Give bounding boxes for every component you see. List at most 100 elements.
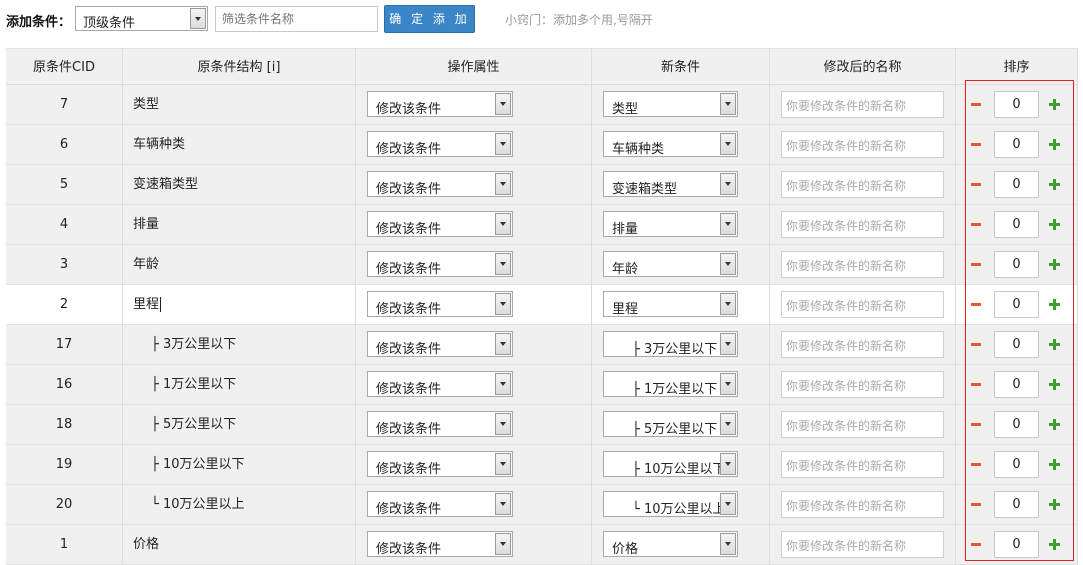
op-select[interactable]: 修改该条件 — [367, 531, 513, 557]
plus-icon[interactable] — [1049, 379, 1060, 390]
op-select[interactable]: 修改该条件 — [367, 91, 513, 117]
sort-input[interactable]: 0 — [994, 91, 1039, 118]
new-condition-select[interactable]: 价格 — [603, 531, 738, 557]
plus-icon[interactable] — [1049, 219, 1060, 230]
plus-icon[interactable] — [1049, 499, 1060, 510]
sort-input[interactable]: 0 — [994, 531, 1039, 558]
new-condition-select[interactable]: 类型 — [603, 91, 738, 117]
parent-condition-select[interactable]: 顶级条件 — [75, 6, 208, 31]
sort-input[interactable]: 0 — [994, 291, 1039, 318]
rename-input[interactable]: 你要修改条件的新名称 — [781, 131, 944, 158]
chevron-down-icon[interactable] — [720, 213, 736, 235]
new-condition-select[interactable]: 排量 — [603, 211, 738, 237]
minus-icon[interactable] — [971, 223, 981, 226]
chevron-down-icon[interactable] — [495, 533, 511, 555]
chevron-down-icon[interactable] — [720, 333, 736, 355]
plus-icon[interactable] — [1049, 339, 1060, 350]
rename-input[interactable]: 你要修改条件的新名称 — [781, 411, 944, 438]
chevron-down-icon[interactable] — [495, 293, 511, 315]
minus-icon[interactable] — [971, 343, 981, 346]
chevron-down-icon[interactable] — [720, 133, 736, 155]
minus-icon[interactable] — [971, 463, 981, 466]
chevron-down-icon[interactable] — [720, 413, 736, 435]
confirm-add-button[interactable]: 确 定 添 加 — [384, 5, 475, 33]
rename-input[interactable]: 你要修改条件的新名称 — [781, 291, 944, 318]
sort-input[interactable]: 0 — [994, 371, 1039, 398]
chevron-down-icon[interactable] — [495, 173, 511, 195]
sort-input[interactable]: 0 — [994, 251, 1039, 278]
new-condition-select[interactable]: └ 10万公里以上 — [603, 491, 738, 517]
filter-name-input[interactable] — [215, 6, 378, 32]
op-select[interactable]: 修改该条件 — [367, 211, 513, 237]
chevron-down-icon[interactable] — [495, 413, 511, 435]
op-select[interactable]: 修改该条件 — [367, 331, 513, 357]
chevron-down-icon[interactable] — [495, 373, 511, 395]
chevron-down-icon[interactable] — [495, 493, 511, 515]
chevron-down-icon[interactable] — [720, 453, 736, 475]
rename-input[interactable]: 你要修改条件的新名称 — [781, 491, 944, 518]
chevron-down-icon[interactable] — [495, 333, 511, 355]
chevron-down-icon[interactable] — [720, 373, 736, 395]
plus-icon[interactable] — [1049, 259, 1060, 270]
plus-icon[interactable] — [1049, 139, 1060, 150]
plus-icon[interactable] — [1049, 539, 1060, 550]
sort-input[interactable]: 0 — [994, 211, 1039, 238]
minus-icon[interactable] — [971, 503, 981, 506]
rename-input[interactable]: 你要修改条件的新名称 — [781, 171, 944, 198]
new-condition-select[interactable]: 变速箱类型 — [603, 171, 738, 197]
chevron-down-icon[interactable] — [720, 293, 736, 315]
op-select[interactable]: 修改该条件 — [367, 251, 513, 277]
plus-icon[interactable] — [1049, 459, 1060, 470]
new-condition-select[interactable]: ├ 10万公里以下 — [603, 451, 738, 477]
sort-input[interactable]: 0 — [994, 411, 1039, 438]
chevron-down-icon[interactable] — [720, 253, 736, 275]
op-select[interactable]: 修改该条件 — [367, 171, 513, 197]
rename-input[interactable]: 你要修改条件的新名称 — [781, 91, 944, 118]
chevron-down-icon[interactable] — [495, 453, 511, 475]
chevron-down-icon[interactable] — [495, 93, 511, 115]
op-select[interactable]: 修改该条件 — [367, 371, 513, 397]
chevron-down-icon[interactable] — [720, 93, 736, 115]
minus-icon[interactable] — [971, 543, 981, 546]
rename-input[interactable]: 你要修改条件的新名称 — [781, 531, 944, 558]
plus-icon[interactable] — [1049, 99, 1060, 110]
new-condition-select[interactable]: 里程 — [603, 291, 738, 317]
chevron-down-icon[interactable] — [495, 133, 511, 155]
minus-icon[interactable] — [971, 423, 981, 426]
minus-icon[interactable] — [971, 103, 981, 106]
op-select[interactable]: 修改该条件 — [367, 411, 513, 437]
rename-input[interactable]: 你要修改条件的新名称 — [781, 331, 944, 358]
op-select[interactable]: 修改该条件 — [367, 451, 513, 477]
chevron-down-icon[interactable] — [720, 173, 736, 195]
sort-input[interactable]: 0 — [994, 491, 1039, 518]
minus-icon[interactable] — [971, 183, 981, 186]
sort-input[interactable]: 0 — [994, 331, 1039, 358]
chevron-down-icon[interactable] — [190, 8, 206, 29]
op-select[interactable]: 修改该条件 — [367, 291, 513, 317]
new-condition-select[interactable]: 车辆种类 — [603, 131, 738, 157]
rename-input[interactable]: 你要修改条件的新名称 — [781, 451, 944, 478]
rename-input[interactable]: 你要修改条件的新名称 — [781, 371, 944, 398]
minus-icon[interactable] — [971, 263, 981, 266]
chevron-down-icon[interactable] — [495, 213, 511, 235]
new-condition-select[interactable]: 年龄 — [603, 251, 738, 277]
plus-icon[interactable] — [1049, 419, 1060, 430]
chevron-down-icon[interactable] — [720, 533, 736, 555]
minus-icon[interactable] — [971, 143, 981, 146]
plus-icon[interactable] — [1049, 299, 1060, 310]
rename-input[interactable]: 你要修改条件的新名称 — [781, 251, 944, 278]
chevron-down-icon[interactable] — [495, 253, 511, 275]
header-struct[interactable]: 原条件结构 [i] — [123, 48, 356, 85]
sort-input[interactable]: 0 — [994, 131, 1039, 158]
plus-icon[interactable] — [1049, 179, 1060, 190]
op-select[interactable]: 修改该条件 — [367, 131, 513, 157]
sort-input[interactable]: 0 — [994, 171, 1039, 198]
new-condition-select[interactable]: ├ 3万公里以下 — [603, 331, 738, 357]
sort-input[interactable]: 0 — [994, 451, 1039, 478]
minus-icon[interactable] — [971, 303, 981, 306]
chevron-down-icon[interactable] — [720, 493, 736, 515]
rename-input[interactable]: 你要修改条件的新名称 — [781, 211, 944, 238]
new-condition-select[interactable]: ├ 5万公里以下 — [603, 411, 738, 437]
new-condition-select[interactable]: ├ 1万公里以下 — [603, 371, 738, 397]
op-select[interactable]: 修改该条件 — [367, 491, 513, 517]
